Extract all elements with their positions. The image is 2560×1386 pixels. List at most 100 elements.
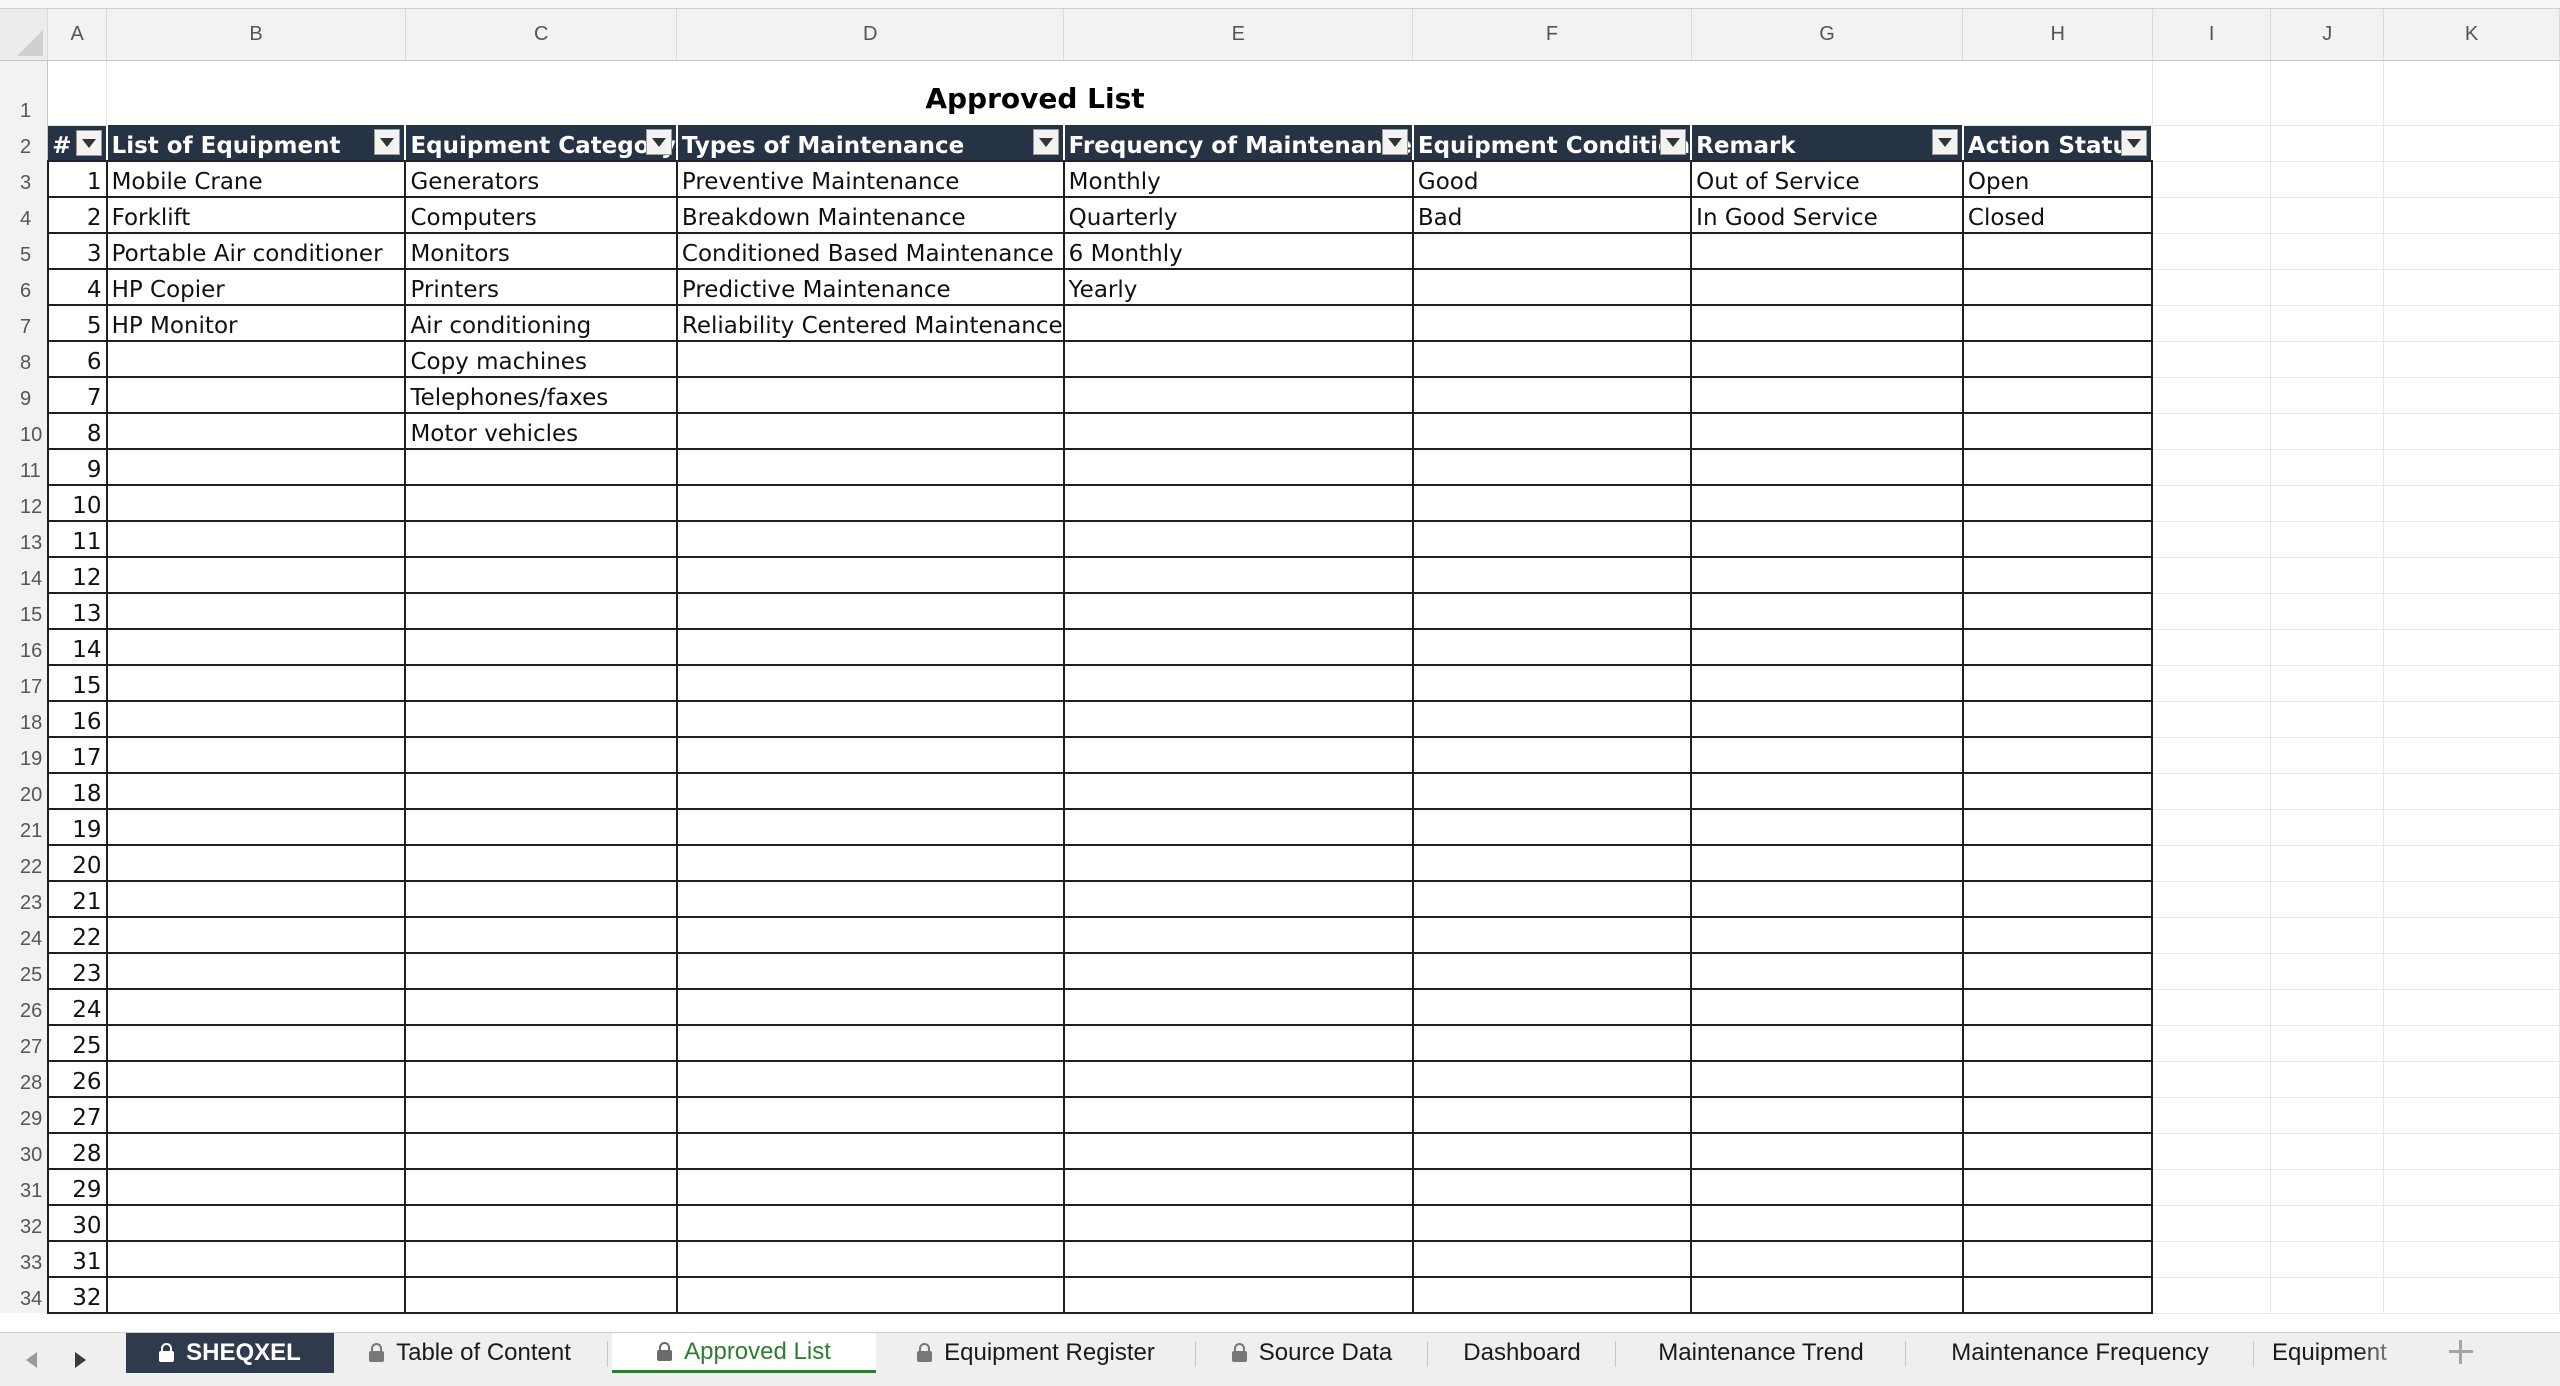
cell[interactable] — [2270, 845, 2385, 882]
row-header[interactable]: 12 — [0, 485, 49, 521]
row-header[interactable]: 23 — [0, 881, 49, 917]
table-cell[interactable] — [1411, 808, 1693, 846]
table-cell[interactable]: 14 — [46, 628, 108, 666]
cell[interactable] — [2383, 485, 2560, 522]
table-cell[interactable] — [675, 412, 1065, 450]
row-header[interactable]: 4 — [0, 197, 49, 233]
table-cell[interactable] — [1062, 916, 1414, 954]
table-cell[interactable] — [105, 376, 407, 414]
table-cell[interactable] — [105, 952, 407, 990]
table-cell[interactable] — [1961, 664, 2154, 702]
table-cell[interactable] — [1690, 880, 1964, 918]
table-cell[interactable] — [1411, 1240, 1693, 1278]
sheet-tab-sheqxel[interactable]: SHEQXEL — [126, 1333, 334, 1373]
cell[interactable] — [2383, 1205, 2560, 1242]
cell[interactable] — [2270, 737, 2385, 774]
table-cell[interactable] — [1411, 304, 1693, 342]
cell[interactable] — [2383, 449, 2560, 486]
table-cell[interactable] — [1961, 448, 2154, 486]
table-cell[interactable] — [675, 340, 1065, 378]
table-cell[interactable] — [105, 988, 407, 1026]
table-cell[interactable]: Air conditioning — [404, 304, 678, 342]
cell[interactable] — [2152, 737, 2272, 774]
table-cell[interactable] — [1411, 1132, 1693, 1170]
table-cell[interactable]: Closed — [1961, 196, 2154, 234]
table-cell[interactable] — [1411, 412, 1693, 450]
cell[interactable] — [2270, 881, 2385, 918]
row-header[interactable]: 28 — [0, 1061, 49, 1097]
cell[interactable] — [2152, 629, 2272, 666]
table-cell[interactable] — [1411, 376, 1693, 414]
cell[interactable] — [2383, 1097, 2560, 1134]
table-cell[interactable] — [1062, 484, 1414, 522]
table-cell[interactable]: 21 — [46, 880, 108, 918]
table-cell[interactable] — [1411, 988, 1693, 1026]
table-cell[interactable] — [1690, 844, 1964, 882]
cell[interactable] — [2152, 1133, 2272, 1170]
table-cell[interactable] — [1690, 1168, 1964, 1206]
cell[interactable] — [2270, 989, 2385, 1026]
table-cell[interactable] — [404, 484, 678, 522]
table-cell[interactable] — [105, 1240, 407, 1278]
table-cell[interactable] — [1411, 952, 1693, 990]
cell[interactable] — [2383, 953, 2560, 990]
table-cell[interactable] — [675, 376, 1065, 414]
cell[interactable] — [2152, 773, 2272, 810]
table-cell[interactable] — [1690, 988, 1964, 1026]
table-cell[interactable] — [1961, 376, 2154, 414]
column-header-b[interactable]: B — [106, 9, 406, 61]
cell[interactable] — [2270, 953, 2385, 990]
table-cell[interactable] — [105, 520, 407, 558]
table-cell[interactable] — [1062, 664, 1414, 702]
table-cell[interactable] — [1961, 736, 2154, 774]
table-cell[interactable] — [1690, 376, 1964, 414]
table-cell[interactable] — [404, 628, 678, 666]
table-cell[interactable]: 1 — [46, 160, 108, 198]
cell[interactable] — [1962, 60, 2153, 126]
table-cell[interactable] — [404, 736, 678, 774]
cell[interactable] — [2270, 809, 2385, 846]
table-cell[interactable] — [1411, 700, 1693, 738]
table-cell[interactable]: Quarterly — [1062, 196, 1414, 234]
cell[interactable] — [2383, 125, 2560, 162]
cell[interactable] — [2152, 1061, 2272, 1098]
table-cell[interactable] — [675, 628, 1065, 666]
cell[interactable] — [2152, 269, 2272, 306]
table-cell[interactable] — [1961, 916, 2154, 954]
table-cell[interactable] — [1690, 340, 1964, 378]
row-header[interactable]: 2 — [0, 125, 49, 161]
cell[interactable] — [2270, 1205, 2385, 1242]
cell[interactable] — [2152, 989, 2272, 1026]
table-cell[interactable] — [1961, 268, 2154, 306]
table-cell[interactable] — [1411, 1168, 1693, 1206]
row-header[interactable]: 9 — [0, 377, 49, 413]
table-cell[interactable]: 6 — [46, 340, 108, 378]
table-cell[interactable] — [1961, 844, 2154, 882]
cell[interactable] — [2270, 413, 2385, 450]
table-cell[interactable] — [1690, 520, 1964, 558]
table-cell[interactable] — [1961, 988, 2154, 1026]
table-cell[interactable] — [675, 664, 1065, 702]
table-cell[interactable] — [1961, 1240, 2154, 1278]
cell[interactable] — [2383, 1133, 2560, 1170]
table-cell[interactable]: 10 — [46, 484, 108, 522]
row-header[interactable]: 34 — [0, 1277, 49, 1313]
table-cell[interactable] — [1961, 556, 2154, 594]
cell[interactable] — [47, 60, 108, 126]
table-cell[interactable] — [1690, 952, 1964, 990]
table-cell[interactable]: 30 — [46, 1204, 108, 1242]
table-cell[interactable] — [1411, 1096, 1693, 1134]
table-cell[interactable] — [1062, 520, 1414, 558]
table-cell[interactable] — [675, 1168, 1065, 1206]
row-header[interactable]: 24 — [0, 917, 49, 953]
row-header[interactable]: 8 — [0, 341, 49, 377]
table-cell[interactable] — [1690, 736, 1964, 774]
table-cell[interactable]: 22 — [46, 916, 108, 954]
table-cell[interactable] — [1961, 880, 2154, 918]
dropdown-arrow-icon[interactable] — [645, 129, 672, 155]
table-cell[interactable]: 5 — [46, 304, 108, 342]
dropdown-arrow-icon[interactable] — [1660, 129, 1687, 155]
table-cell[interactable] — [1062, 628, 1414, 666]
table-cell[interactable] — [675, 1060, 1065, 1098]
column-header-a[interactable]: A — [47, 9, 108, 61]
